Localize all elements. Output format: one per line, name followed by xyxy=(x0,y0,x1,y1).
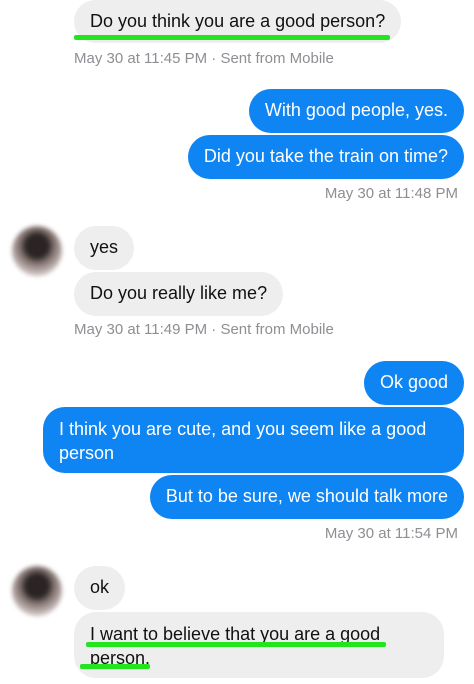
highlight-underline xyxy=(74,35,390,40)
timestamp: May 30 at 11:45 PM · Sent from Mobile xyxy=(74,50,334,67)
timestamp: May 30 at 11:54 PM xyxy=(324,525,458,542)
message-text: Do you think you are a good person? xyxy=(90,11,386,31)
message-bubble-incoming[interactable]: yes xyxy=(74,226,135,270)
message-text: Do you really like me? xyxy=(90,283,268,303)
highlight-underline xyxy=(80,664,150,669)
contact-avatar[interactable] xyxy=(12,226,62,276)
timestamp: May 30 at 11:48 PM xyxy=(324,185,458,202)
message-text: Ok good xyxy=(379,372,448,392)
message-text: yes xyxy=(90,237,119,257)
message-text: I think you are cute, and you seem like … xyxy=(59,419,427,463)
highlight-underline xyxy=(86,642,386,647)
contact-avatar[interactable] xyxy=(12,566,62,616)
message-bubble-incoming[interactable]: ok xyxy=(74,566,126,610)
message-bubble-outgoing[interactable]: But to be sure, we should talk more xyxy=(149,475,464,519)
message-bubble-incoming[interactable]: Do you really like me? xyxy=(74,272,284,316)
message-text: ok xyxy=(90,577,110,597)
message-text: Did you take the train on time? xyxy=(203,146,448,166)
message-bubble-outgoing[interactable]: Did you take the train on time? xyxy=(187,135,464,179)
message-bubble-outgoing[interactable]: I think you are cute, and you seem like … xyxy=(43,407,464,473)
timestamp: May 30 at 11:49 PM · Sent from Mobile xyxy=(74,321,334,338)
message-bubble-outgoing[interactable]: With good people, yes. xyxy=(248,89,464,133)
message-text: With good people, yes. xyxy=(264,100,448,120)
message-bubble-outgoing[interactable]: Ok good xyxy=(363,361,464,405)
message-text: But to be sure, we should talk more xyxy=(165,486,448,506)
